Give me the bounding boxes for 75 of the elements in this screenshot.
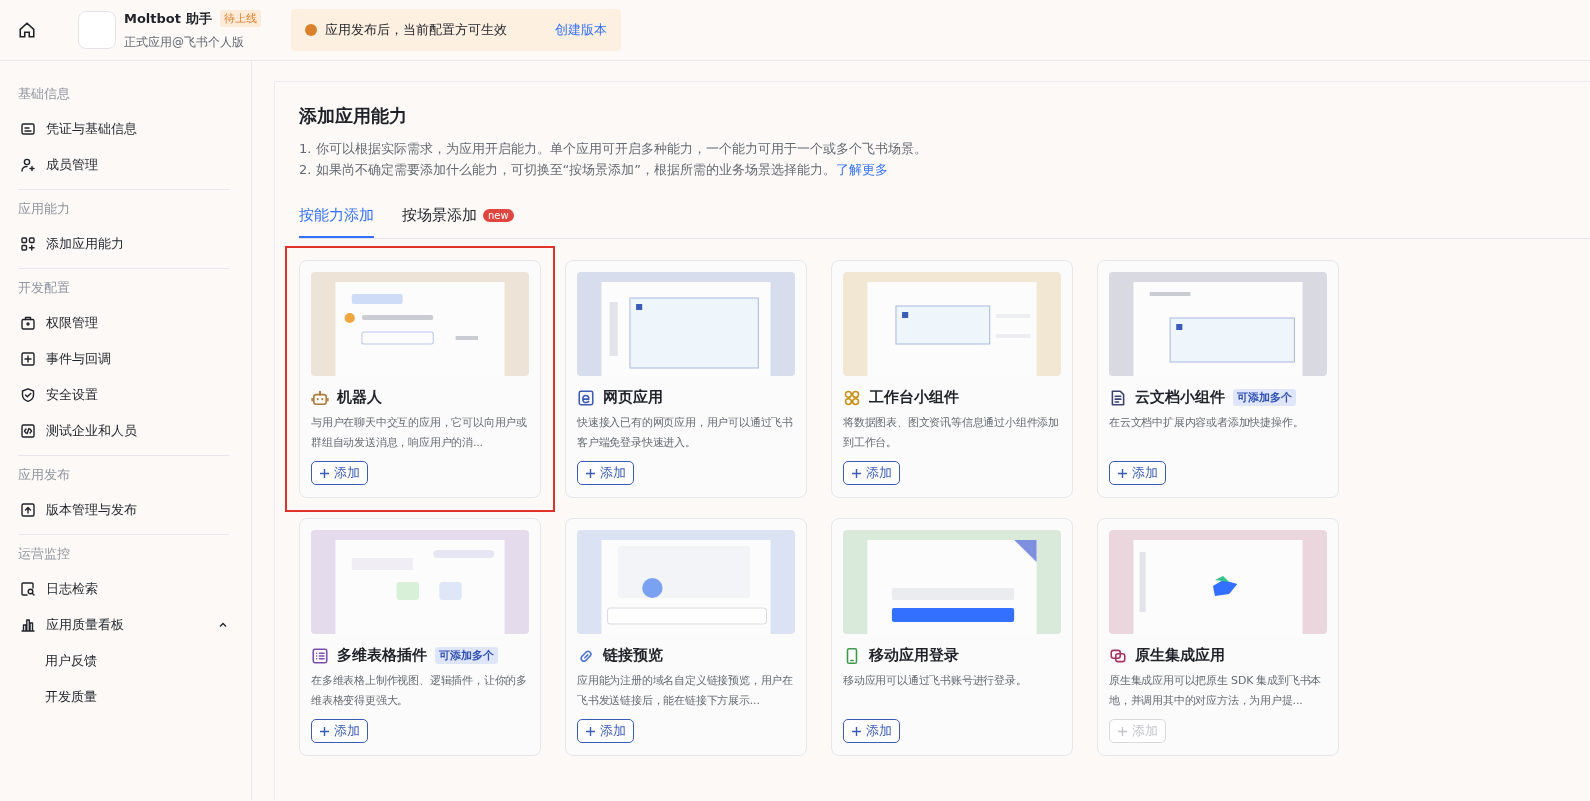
notice-text: 应用发布后，当前配置方可生效: [324, 21, 507, 39]
card-title: 原生集成应用: [1135, 646, 1225, 665]
add-button[interactable]: 添加: [1109, 461, 1166, 485]
card-title: 机器人: [337, 388, 382, 407]
add-button[interactable]: 添加: [577, 719, 634, 743]
plus-icon: [851, 467, 862, 479]
sidebar-item[interactable]: 添加应用能力: [18, 226, 229, 262]
card-description: 与用户在聊天中交互的应用，它可以向用户或群组自动发送消息，响应用户的消...: [311, 415, 528, 451]
sidebar-item-icon: [20, 121, 36, 137]
multi-add-badge: 可添加多个: [435, 647, 498, 664]
plus-icon: [1117, 467, 1128, 479]
card-title: 多维表格插件: [337, 646, 427, 665]
sidebar-section-title: 应用能力: [18, 200, 71, 218]
sidebar-item-icon: [20, 581, 36, 597]
sidebar-item-icon: [20, 423, 36, 439]
page-title: 添加应用能力: [299, 104, 408, 128]
card-description: 快速接入已有的网页应用，用户可以通过飞书客户端免登录快速进入。: [577, 415, 794, 451]
sidebar-item[interactable]: 测试企业和人员: [18, 413, 229, 449]
sidebar-item[interactable]: 日志检索: [18, 571, 229, 607]
instruction-text: 2. 如果尚不确定需要添加什么能力，可切换至“按场景添加”，根据所需的业务场景选择能力。: [299, 161, 836, 179]
card-title: 链接预览: [603, 646, 663, 665]
status-badge: 待上线: [219, 10, 261, 27]
sidebar-item-icon: [20, 236, 36, 252]
multi-add-badge: 可添加多个: [1233, 389, 1296, 406]
plus-icon: [1117, 725, 1128, 737]
app-avatar: [78, 11, 116, 49]
plus-icon: [585, 467, 596, 479]
sidebar-item-icon: [20, 502, 36, 518]
create-version-link[interactable]: 创建版本: [554, 21, 607, 39]
add-button[interactable]: 添加: [311, 719, 368, 743]
sidebar-item-icon: [20, 387, 36, 403]
sidebar-item-icon: [20, 617, 36, 633]
sidebar-subitem[interactable]: 用户反馈: [18, 643, 229, 679]
sidebar-item[interactable]: 安全设置: [18, 377, 229, 413]
add-button[interactable]: 添加: [311, 461, 368, 485]
card-description: 应用能为注册的域名自定义链接预览，用户在飞书发送链接后，能在链接下方展示...: [577, 673, 794, 709]
plus-icon: [319, 725, 330, 737]
sidebar-item[interactable]: 版本管理与发布: [18, 492, 229, 528]
add-button[interactable]: 添加: [843, 719, 900, 743]
tab[interactable]: 按能力添加: [299, 200, 374, 238]
new-badge: new: [483, 209, 514, 222]
sidebar-item-icon: [20, 157, 36, 173]
card-description: 在多维表格上制作视图、逻辑插件，让你的多维表格变得更强大。: [311, 673, 528, 709]
card-description: 在云文档中扩展内容或者添加快捷操作。: [1109, 415, 1305, 431]
card-description: 原生集成应用可以把原生 SDK 集成到飞书本地，并调用其中的对应方法，为用户提...: [1109, 673, 1323, 709]
sidebar-item-icon: [20, 351, 36, 367]
plus-icon: [851, 725, 862, 737]
instruction-text: 1. 你可以根据实际需求，为应用开启能力。单个应用可开启多种能力，一个能力可用于一个或多个飞书场景。: [299, 140, 928, 158]
card-title: 工作台小组件: [869, 388, 959, 407]
add-button[interactable]: 添加: [577, 461, 634, 485]
sidebar-item[interactable]: 应用质量看板: [18, 607, 229, 643]
app-subtitle: 正式应用@飞书个人版: [124, 33, 245, 51]
card-title: 云文档小组件: [1135, 388, 1225, 407]
sidebar-subitem[interactable]: 开发质量: [18, 679, 229, 715]
sidebar-item[interactable]: 权限管理: [18, 305, 229, 341]
warning-icon: [304, 24, 317, 36]
plus-icon: [585, 725, 596, 737]
sidebar-section-title: 基础信息: [18, 85, 71, 103]
sidebar-item-icon: [20, 315, 36, 331]
add-button[interactable]: 添加: [843, 461, 900, 485]
card-title: 网页应用: [603, 388, 663, 407]
sidebar-item[interactable]: 事件与回调: [18, 341, 229, 377]
sidebar-section-title: 运营监控: [18, 545, 71, 563]
sidebar-item[interactable]: 凭证与基础信息: [18, 111, 229, 147]
app-name: Moltbot 助手: [124, 9, 212, 28]
sidebar-item[interactable]: 成员管理: [18, 147, 229, 183]
sidebar-section-title: 开发配置: [18, 279, 71, 297]
plus-icon: [319, 467, 330, 479]
card-title: 移动应用登录: [869, 646, 959, 665]
card-description: 移动应用可以通过飞书账号进行登录。: [843, 673, 1028, 689]
card-description: 将数据图表、图文资讯等信息通过小组件添加到工作台。: [843, 415, 1060, 451]
learn-more-link[interactable]: 了解更多: [836, 159, 888, 180]
sidebar-section-title: 应用发布: [18, 466, 71, 484]
home-icon[interactable]: [18, 21, 36, 39]
tab[interactable]: 按场景添加 new: [402, 200, 514, 238]
